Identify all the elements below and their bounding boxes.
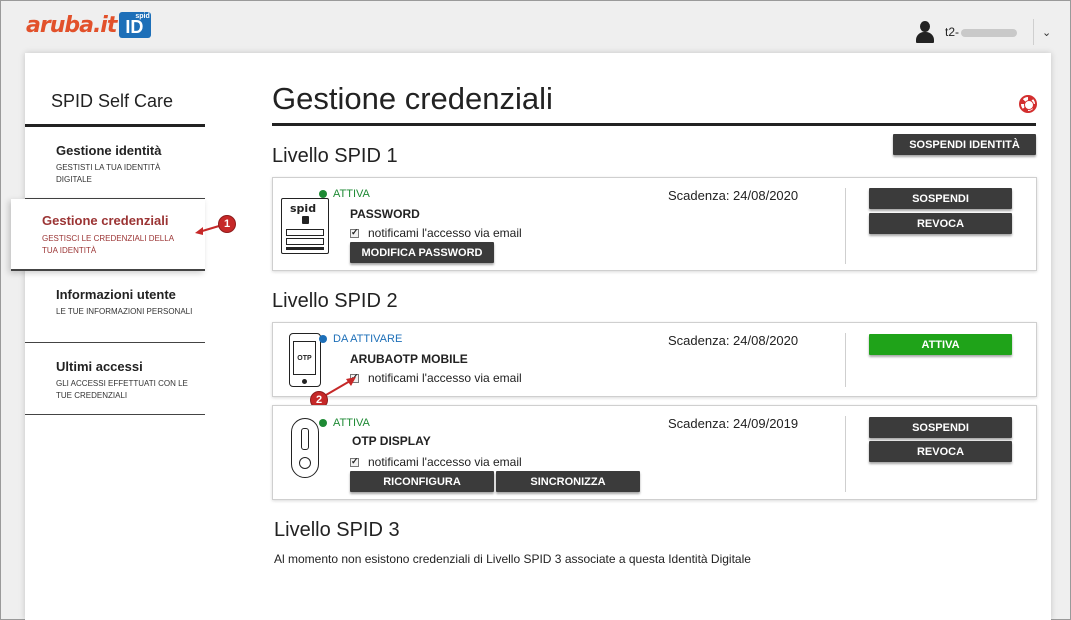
status-text: ATTIVA xyxy=(333,417,370,429)
level-1-title: Livello SPID 1 xyxy=(272,145,398,167)
notify-label: notificami l'accesso via email xyxy=(368,455,522,469)
aruba-spid-logo[interactable]: aruba.it spid ID xyxy=(26,12,152,38)
card-divider xyxy=(845,333,846,387)
credential-name: OTP DISPLAY xyxy=(352,434,431,448)
chevron-down-icon[interactable]: ⌄ xyxy=(1042,26,1051,39)
sidebar-item-informazioni-utente[interactable]: Informazioni utente LE TUE INFORMAZIONI … xyxy=(25,271,205,343)
phone-screen-label: OTP xyxy=(293,341,316,375)
page-title: Gestione credenziali xyxy=(272,81,553,116)
revoke-button[interactable]: REVOCA xyxy=(869,441,1012,462)
sidebar-item-label: Ultimi accessi xyxy=(56,359,143,374)
credential-name: PASSWORD xyxy=(350,207,420,221)
notify-label: notificami l'accesso via email xyxy=(368,226,522,240)
spid-card-field xyxy=(286,229,324,236)
token-display xyxy=(301,428,309,450)
expiry-date: Scadenza: 24/08/2020 xyxy=(668,333,799,348)
status-badge: DA ATTIVARE xyxy=(319,333,403,345)
status-dot xyxy=(319,419,327,427)
status-dot xyxy=(319,335,327,343)
status-text: DA ATTIVARE xyxy=(333,333,403,345)
user-separator xyxy=(1033,19,1035,45)
sidebar-item-label: Informazioni utente xyxy=(56,287,176,302)
spid-card-label: spid xyxy=(290,202,317,215)
expiry-date: Scadenza: 24/08/2020 xyxy=(668,188,799,203)
lifebuoy-help-icon[interactable] xyxy=(1019,95,1037,113)
status-badge: ATTIVA xyxy=(319,417,370,429)
user-icon xyxy=(915,20,935,44)
user-name-redacted xyxy=(961,28,1018,37)
status-text: ATTIVA xyxy=(333,188,370,200)
sidebar-item-label: Gestione credenziali xyxy=(42,213,169,228)
user-prefix: t2- xyxy=(945,25,960,39)
status-badge: ATTIVA xyxy=(319,188,370,200)
notify-label: notificami l'accesso via email xyxy=(368,371,522,385)
suspend-button[interactable]: SOSPENDI xyxy=(869,188,1012,209)
sidebar-item-sub: GESTISTI LA TUA IDENTITÀ DIGITALE xyxy=(56,163,161,184)
callout-badge-1: 1 xyxy=(218,215,236,233)
activate-button[interactable]: ATTIVA xyxy=(869,334,1012,355)
reconfigure-button[interactable]: RICONFIGURA xyxy=(350,471,494,492)
level-3-title: Livello SPID 3 xyxy=(274,519,400,541)
sidebar-title: SPID Self Care xyxy=(51,91,174,111)
suspend-identity-button[interactable]: SOSPENDI IDENTITÀ xyxy=(893,134,1036,155)
credential-password-card: spid ATTIVA PASSWORD notificami l'access… xyxy=(272,177,1037,271)
card-divider xyxy=(845,188,846,264)
spid-card-bar xyxy=(286,247,324,250)
credential-otp-display-card: ATTIVA OTP DISPLAY notificami l'accesso … xyxy=(272,405,1037,500)
status-dot xyxy=(319,190,327,198)
notify-checkbox-row[interactable]: notificami l'accesso via email xyxy=(350,226,522,240)
notify-checkbox-row[interactable]: notificami l'accesso via email xyxy=(350,371,522,385)
sidebar-item-ultimi-accessi[interactable]: Ultimi accessi GLI ACCESSI EFFETTUATI CO… xyxy=(25,343,205,415)
expiry-date: Scadenza: 24/09/2019 xyxy=(668,416,799,431)
sidebar-item-gestione-identita[interactable]: Gestione identità GESTISTI LA TUA IDENTI… xyxy=(25,127,205,199)
modify-password-button[interactable]: MODIFICA PASSWORD xyxy=(350,242,494,263)
otp-token-icon xyxy=(291,418,319,478)
sidebar-item-sub: GESTISCI LE CREDENZIALI DELLA TUA IDENTI… xyxy=(42,234,174,255)
badge-main: ID xyxy=(125,17,144,37)
token-button xyxy=(299,457,311,469)
spid-card-key xyxy=(302,216,309,224)
revoke-button[interactable]: REVOCA xyxy=(869,213,1012,234)
credential-name: ARUBAOTP MOBILE xyxy=(350,352,468,366)
synchronize-button[interactable]: SINCRONIZZA xyxy=(496,471,640,492)
notify-checkbox[interactable] xyxy=(350,456,359,467)
spid-id-badge: spid ID xyxy=(119,12,152,38)
sidebar-item-sub: LE TUE INFORMAZIONI PERSONALI xyxy=(56,307,193,316)
credential-arubaotp-mobile-card: OTP DA ATTIVARE ARUBAOTP MOBILE notifica… xyxy=(272,322,1037,397)
main-card: SPID Self Care Gestione identità GESTIST… xyxy=(11,53,1051,620)
level-2-title: Livello SPID 2 xyxy=(272,290,398,312)
user-menu[interactable]: t2- ⌄ xyxy=(915,18,1051,46)
spid-card-icon: spid xyxy=(281,198,329,254)
logo-text: aruba.it xyxy=(26,12,117,38)
user-name: t2- xyxy=(945,25,1018,39)
notify-checkbox-row[interactable]: notificami l'accesso via email xyxy=(350,455,522,469)
notify-checkbox[interactable] xyxy=(350,227,359,238)
callout-arrow-2 xyxy=(325,377,356,396)
spid-card-field xyxy=(286,238,324,245)
level-3-empty-message: Al momento non esistono credenziali di L… xyxy=(274,552,751,566)
suspend-button[interactable]: SOSPENDI xyxy=(869,417,1012,438)
sidebar-item-gestione-credenziali[interactable]: Gestione credenziali GESTISCI LE CREDENZ… xyxy=(11,199,205,271)
smartphone-otp-icon: OTP xyxy=(289,333,321,387)
title-rule xyxy=(272,123,1036,126)
card-divider xyxy=(845,416,846,492)
sidebar-item-label: Gestione identità xyxy=(56,143,162,158)
phone-button xyxy=(302,379,307,384)
sidebar-item-sub: GLI ACCESSI EFFETTUATI CON LE TUE CREDEN… xyxy=(56,379,188,400)
